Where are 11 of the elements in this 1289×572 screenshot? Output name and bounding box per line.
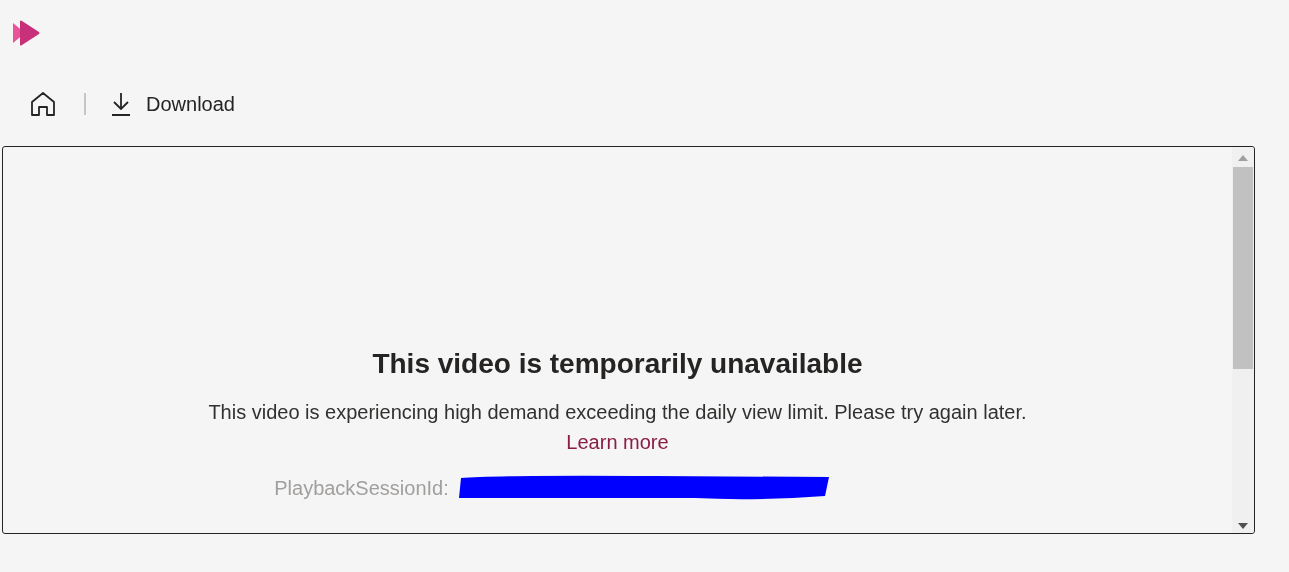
download-icon [110, 91, 132, 117]
home-button[interactable] [28, 89, 58, 119]
home-icon [29, 90, 57, 118]
learn-more-link[interactable]: Learn more [566, 431, 669, 453]
session-id-label: PlaybackSessionId: [274, 476, 449, 501]
scrollbar[interactable] [1232, 147, 1254, 533]
error-message: This video is experiencing high demand exceeding the daily view limit. Please try again later. Learn more [207, 400, 1028, 455]
download-button[interactable]: Download [110, 89, 235, 119]
scroll-thumb[interactable] [1233, 167, 1253, 369]
logo-icon [12, 19, 42, 47]
error-title: This video is temporarily unavailable [372, 347, 863, 381]
